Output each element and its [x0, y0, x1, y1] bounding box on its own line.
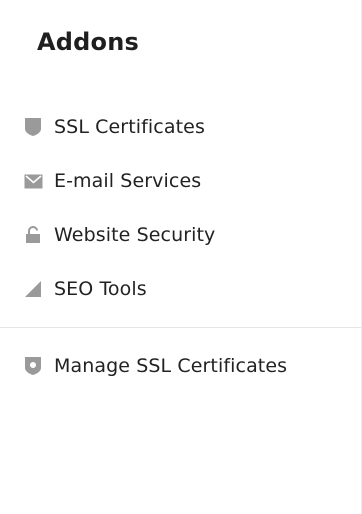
menu-item-label: E-mail Services: [54, 170, 202, 192]
menu-item-ssl-certificates[interactable]: SSL Certificates: [0, 100, 361, 154]
menu-item-seo-tools[interactable]: SEO Tools: [0, 262, 361, 316]
addons-panel: Addons SSL Certificates E-mail Services: [0, 0, 362, 514]
shield-badge-icon: [23, 356, 43, 376]
signal-triangle-icon: [23, 279, 43, 299]
envelope-icon: [23, 171, 43, 191]
padlock-icon: [23, 225, 43, 245]
menu-item-label: Manage SSL Certificates: [54, 355, 288, 377]
menu-divider: [0, 327, 361, 328]
shield-icon: [23, 117, 43, 137]
addons-menu: SSL Certificates E-mail Services Website…: [0, 100, 361, 393]
menu-item-manage-ssl-certificates[interactable]: Manage SSL Certificates: [0, 339, 361, 393]
menu-item-email-services[interactable]: E-mail Services: [0, 154, 361, 208]
menu-item-label: Website Security: [54, 224, 216, 246]
panel-title: Addons: [37, 28, 139, 56]
menu-item-label: SEO Tools: [54, 278, 147, 300]
menu-item-label: SSL Certificates: [54, 116, 205, 138]
menu-item-website-security[interactable]: Website Security: [0, 208, 361, 262]
